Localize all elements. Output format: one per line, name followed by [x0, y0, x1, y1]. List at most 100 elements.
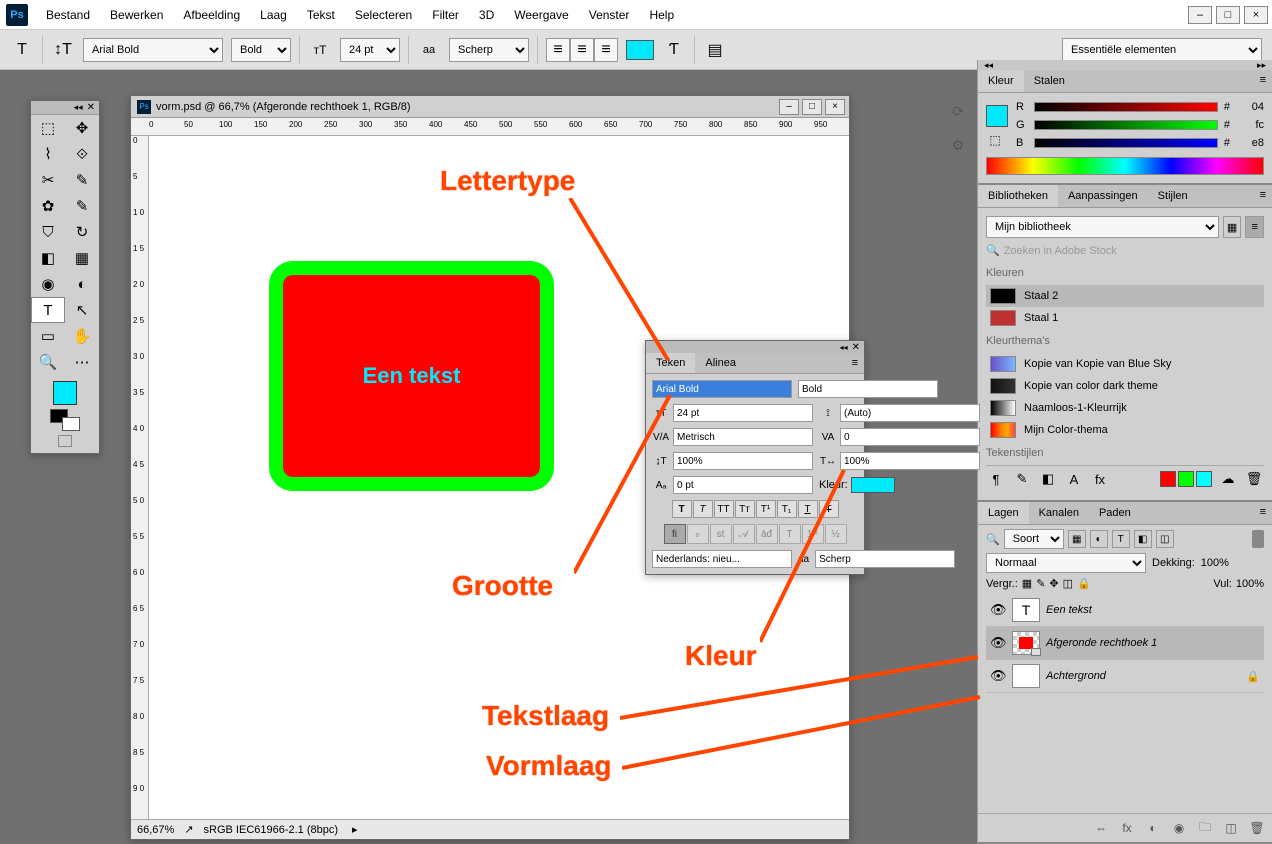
lib-color-staal2[interactable]: Staal 2 — [986, 285, 1264, 307]
text-color-swatch[interactable] — [626, 40, 654, 60]
menu-weergave[interactable]: Weergave — [504, 2, 578, 28]
library-select[interactable]: Mijn bibliotheek — [986, 216, 1219, 238]
link-layers-icon[interactable]: ⇔ — [1092, 820, 1110, 836]
char-track-input[interactable] — [840, 428, 980, 446]
color-panel-menu[interactable]: ≡ — [1254, 70, 1272, 92]
color-spectrum[interactable] — [986, 157, 1264, 175]
layers-panel-menu[interactable]: ≡ — [1254, 502, 1272, 524]
ts-brush-icon[interactable]: ✎ — [1012, 470, 1032, 488]
canvas-text[interactable]: Een tekst — [363, 363, 461, 389]
gradient-tool[interactable]: ▦ — [65, 245, 99, 271]
doc-minimize[interactable]: – — [779, 99, 799, 115]
lib-list-view[interactable]: ≡ — [1245, 216, 1264, 238]
cube-icon[interactable]: ⬚ — [986, 133, 1004, 147]
hand-tool[interactable]: ✋ — [65, 323, 99, 349]
val-r[interactable]: 04 — [1236, 101, 1264, 113]
align-right-button[interactable]: ≡ — [594, 38, 618, 62]
menu-bewerken[interactable]: Bewerken — [100, 2, 173, 28]
tab-kanalen[interactable]: Kanalen — [1029, 502, 1089, 524]
adjustment-layer-icon[interactable]: ◉ — [1170, 820, 1188, 836]
eraser-tool[interactable]: ◧ — [31, 245, 65, 271]
font-family-select[interactable]: Arial Bold — [83, 38, 223, 62]
ts-a-icon[interactable]: A — [1064, 470, 1084, 488]
font-weight-select[interactable]: Bold — [231, 38, 291, 62]
filter-type[interactable]: T — [1112, 530, 1130, 548]
lasso-tool[interactable]: ⌇ — [31, 141, 65, 167]
blur-tool[interactable]: ◉ — [31, 271, 65, 297]
doc-close[interactable]: × — [825, 99, 845, 115]
ts-char-icon[interactable]: ¶ — [986, 470, 1006, 488]
tab-lagen[interactable]: Lagen — [978, 502, 1029, 524]
layer-mask-icon[interactable]: ◐ — [1144, 820, 1162, 836]
mini-swatch-green[interactable] — [1178, 471, 1194, 487]
doc-profile[interactable]: sRGB IEC61966-2.1 (8bpc) — [204, 824, 339, 836]
lib-theme-2[interactable]: Naamloos-1-Kleurrijk — [986, 397, 1264, 419]
blend-mode-select[interactable]: Normaal — [986, 553, 1146, 573]
slider-g[interactable] — [1034, 120, 1218, 130]
text-orientation-icon[interactable]: ↕T — [51, 38, 75, 62]
char-vscale-input[interactable] — [673, 452, 813, 470]
move-tool[interactable]: ⬚ — [31, 115, 65, 141]
tab-aanpassingen[interactable]: Aanpassingen — [1058, 185, 1148, 207]
lib-theme-0[interactable]: Kopie van Kopie van Blue Sky — [986, 353, 1264, 375]
tab-paden[interactable]: Paden — [1089, 502, 1141, 524]
maximize-button[interactable]: □ — [1216, 6, 1240, 24]
ligature-st-button[interactable]: st — [710, 524, 732, 544]
lock-pixels[interactable]: ▦ — [1022, 577, 1032, 590]
filter-shape[interactable]: ◧ — [1134, 530, 1152, 548]
val-g[interactable]: fc — [1236, 119, 1264, 131]
quick-select-tool[interactable]: ⟐ — [65, 141, 99, 167]
filter-smart[interactable]: ◫ — [1156, 530, 1174, 548]
tab-kleur[interactable]: Kleur — [978, 70, 1024, 92]
lib-theme-3[interactable]: Mijn Color-thema — [986, 419, 1264, 441]
layer-filter-select[interactable]: Soort — [1004, 529, 1064, 549]
mini-swatch-red[interactable] — [1160, 471, 1176, 487]
lock-icon[interactable]: 🔒 — [1246, 670, 1260, 683]
ligature-a-button[interactable]: 𝒜 — [733, 524, 755, 544]
char-leading-input[interactable] — [840, 404, 980, 422]
properties-dock-icon[interactable]: ⚙ — [947, 134, 969, 156]
ts-layer-icon[interactable]: ◧ — [1038, 470, 1058, 488]
lib-panel-menu[interactable]: ≡ — [1254, 185, 1272, 207]
char-weight-input[interactable] — [798, 380, 938, 398]
zoom-tool[interactable]: 🔍 — [31, 349, 65, 375]
char-kern-input[interactable] — [673, 428, 813, 446]
menu-tekst[interactable]: Tekst — [297, 2, 345, 28]
minimize-button[interactable]: – — [1188, 6, 1212, 24]
filter-toggle[interactable] — [1252, 530, 1264, 548]
lock-all[interactable]: 🔒 — [1077, 577, 1091, 590]
color-fg-swatch[interactable] — [986, 105, 1008, 127]
lib-theme-1[interactable]: Kopie van color dark theme — [986, 375, 1264, 397]
char-color-swatch[interactable] — [851, 477, 895, 493]
ligature-swash-button[interactable]: ℴ — [687, 524, 709, 544]
eye-icon[interactable]: 👁 — [990, 635, 1006, 651]
align-center-button[interactable]: ≡ — [570, 38, 594, 62]
document-titlebar[interactable]: Ps vorm.psd @ 66,7% (Afgeronde rechthoek… — [131, 96, 849, 118]
eyedropper-tool[interactable]: ✎ — [65, 167, 99, 193]
more-tools[interactable]: ⋯ — [65, 349, 99, 375]
status-chevron-icon[interactable]: ▸ — [352, 823, 358, 836]
stamp-tool[interactable]: ⛉ — [31, 219, 65, 245]
menu-bestand[interactable]: Bestand — [36, 2, 100, 28]
menu-selecteren[interactable]: Selecteren — [345, 2, 422, 28]
tab-stalen[interactable]: Stalen — [1024, 70, 1075, 92]
brush-tool[interactable]: ✎ — [65, 193, 99, 219]
type-tool[interactable]: T — [31, 297, 65, 323]
layer-afgeronde-rechthoek[interactable]: 👁 Afgeronde rechthoek 1 — [986, 627, 1264, 660]
lock-paint[interactable]: ✎ — [1036, 577, 1045, 590]
slider-b[interactable] — [1034, 138, 1218, 148]
rounded-rect-shape[interactable]: Een tekst — [269, 261, 554, 491]
menu-filter[interactable]: Filter — [422, 2, 469, 28]
lib-color-staal1[interactable]: Staal 1 — [986, 307, 1264, 329]
marquee-tool[interactable]: ✥ — [65, 115, 99, 141]
close-button[interactable]: × — [1244, 6, 1268, 24]
mini-swatch-cyan[interactable] — [1196, 471, 1212, 487]
layer-fx-icon[interactable]: fx — [1118, 820, 1136, 836]
healing-tool[interactable]: ✿ — [31, 193, 65, 219]
menu-help[interactable]: Help — [639, 2, 684, 28]
warp-text-icon[interactable]: Ƭ — [662, 38, 686, 62]
quick-mask-icon[interactable] — [58, 435, 72, 447]
lib-search[interactable]: Zoeken in Adobe Stock — [1004, 245, 1117, 257]
lock-artboard[interactable]: ◫ — [1063, 577, 1073, 590]
ts-fx-icon[interactable]: fx — [1090, 470, 1110, 488]
